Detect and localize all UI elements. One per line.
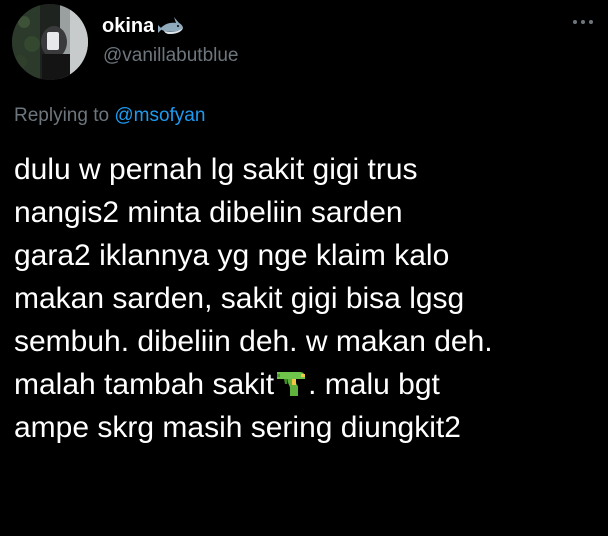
- tweet-line: dulu w pernah lg sakit gigi trus: [14, 153, 418, 186]
- more-options-button[interactable]: [568, 12, 598, 32]
- author-handle[interactable]: @vanillabutblue: [103, 45, 239, 67]
- shark-emoji-icon: [158, 16, 184, 36]
- replying-to: Replying to @msofyan: [14, 105, 205, 127]
- tweet-line: ampe skrg masih sering diungkit2: [14, 411, 461, 444]
- tweet-line: makan sarden, sakit gigi bisa lgsg: [14, 282, 465, 315]
- display-name[interactable]: okina: [102, 14, 154, 38]
- tweet-line: sembuh. dibeliin deh. w makan deh.: [14, 325, 493, 358]
- tweet-line-text: malah tambah sakit: [14, 368, 275, 401]
- tweet-line: gara2 iklannya yg nge klaim kalo: [14, 239, 450, 272]
- tweet-card: okina @vanillabutblue Replying to @msofy…: [0, 0, 608, 536]
- water-pistol-icon: [274, 366, 308, 398]
- replying-to-label: Replying to: [14, 105, 110, 126]
- reply-mention-link[interactable]: @msofyan: [114, 105, 205, 126]
- tweet-line-text: . malu bgt: [308, 368, 440, 401]
- author-name-row[interactable]: okina: [102, 14, 184, 38]
- tweet-line: malah tambah sakit . malu bgt: [14, 363, 599, 406]
- tweet-line: nangis2 minta dibeliin sarden: [14, 196, 403, 229]
- avatar-photo: [12, 4, 88, 80]
- more-horizontal-icon: [573, 20, 593, 24]
- avatar[interactable]: [12, 4, 88, 80]
- tweet-text: dulu w pernah lg sakit gigi trus nangis2…: [14, 148, 599, 449]
